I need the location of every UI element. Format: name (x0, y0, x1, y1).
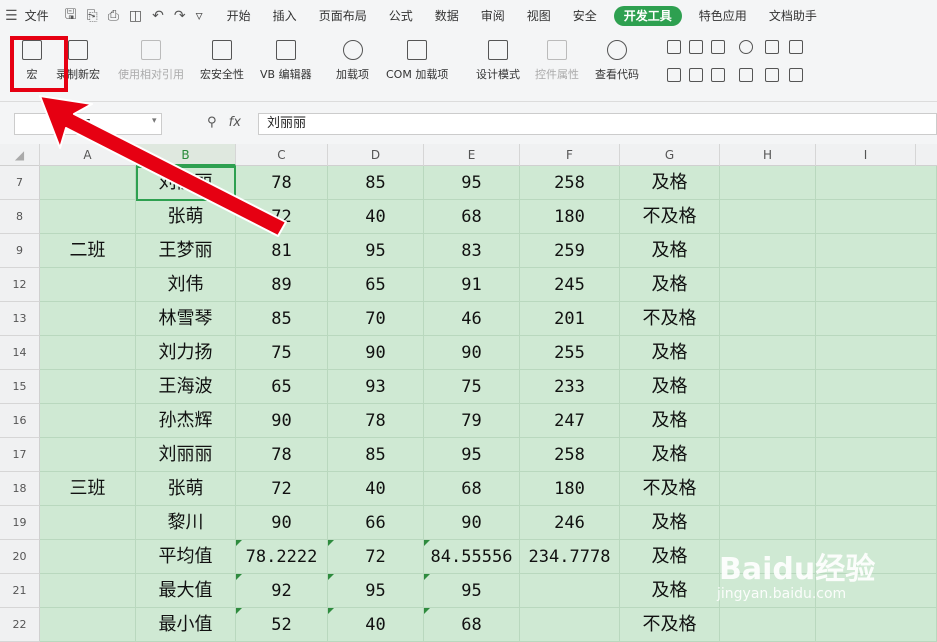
arrow-shape (39, 95, 287, 237)
red-arrow-annotation (39, 95, 287, 237)
